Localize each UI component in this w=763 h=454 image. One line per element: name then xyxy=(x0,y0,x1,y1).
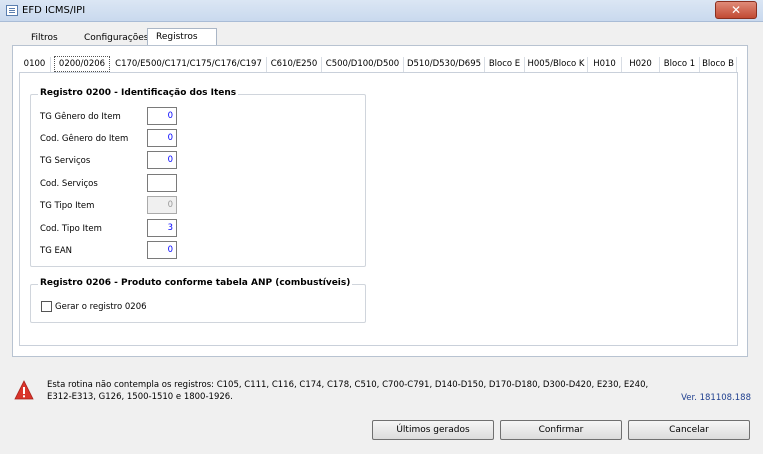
info-message: Esta rotina não contempla os registros: … xyxy=(47,380,649,402)
label-cod-tipo-item: Cod. Tipo Item xyxy=(40,224,102,234)
label-cod-genero-item: Cod. Gênero do Item xyxy=(40,134,129,144)
app-icon xyxy=(6,5,18,16)
subtab-c500[interactable]: C500/D100/D500 xyxy=(322,57,404,72)
tab-configuracoes[interactable]: Configurações xyxy=(76,31,156,46)
input-tg-genero-item[interactable]: 0 xyxy=(147,107,177,125)
gerar-0206-label: Gerar o registro 0206 xyxy=(55,302,147,312)
subtab-0100[interactable]: 0100 xyxy=(19,57,51,72)
gerar-0206-checkbox[interactable] xyxy=(41,301,52,312)
cancelar-button[interactable]: Cancelar xyxy=(628,420,750,440)
subtab-0200-0206[interactable]: 0200/0206 xyxy=(54,56,110,72)
tab-registros[interactable]: Registros xyxy=(147,28,217,45)
version-label: Ver. 181108.188 xyxy=(681,393,751,403)
title-bar: EFD ICMS/IPI ✕ xyxy=(0,0,763,22)
group-0200-title: Registro 0200 - Identificação dos Itens xyxy=(38,88,239,98)
label-tg-ean: TG EAN xyxy=(40,246,73,256)
label-tg-genero-item: TG Gênero do Item xyxy=(40,112,121,122)
input-tg-servicos[interactable]: 0 xyxy=(147,151,177,169)
label-tg-servicos: TG Serviços xyxy=(40,156,91,166)
subtab-h020[interactable]: H020 xyxy=(622,57,660,72)
subtab-h010[interactable]: H010 xyxy=(588,57,622,72)
window-title: EFD ICMS/IPI xyxy=(22,5,86,16)
ultimos-gerados-button[interactable]: Últimos gerados xyxy=(372,420,494,440)
input-cod-genero-item[interactable]: 0 xyxy=(147,129,177,147)
input-cod-tipo-item[interactable]: 3 xyxy=(147,219,177,237)
subtab-bloco-1[interactable]: Bloco 1 xyxy=(660,57,700,72)
subtab-d510[interactable]: D510/D530/D695 xyxy=(404,57,485,72)
close-button[interactable]: ✕ xyxy=(715,1,757,19)
warning-icon xyxy=(14,380,34,400)
input-tg-ean[interactable]: 0 xyxy=(147,241,177,259)
subtab-h005[interactable]: H005/Bloco K xyxy=(525,57,588,72)
input-cod-servicos[interactable] xyxy=(147,174,177,192)
subtab-c610[interactable]: C610/E250 xyxy=(267,57,322,72)
subtab-bloco-b[interactable]: Bloco B xyxy=(700,57,737,72)
group-0206-title: Registro 0206 - Produto conforme tabela … xyxy=(38,278,353,288)
subtab-c170[interactable]: C170/E500/C171/C175/C176/C197 xyxy=(111,57,267,72)
tab-filtros[interactable]: Filtros xyxy=(23,31,66,46)
confirmar-button[interactable]: Confirmar xyxy=(500,420,622,440)
label-cod-servicos: Cod. Serviços xyxy=(40,179,98,189)
input-tg-tipo-item: 0 xyxy=(147,196,177,214)
subtab-bloco-e[interactable]: Bloco E xyxy=(485,57,525,72)
label-tg-tipo-item: TG Tipo Item xyxy=(40,201,95,211)
sub-tab-bar: 0100 0200/0206 C170/E500/C171/C175/C176/… xyxy=(19,56,743,72)
